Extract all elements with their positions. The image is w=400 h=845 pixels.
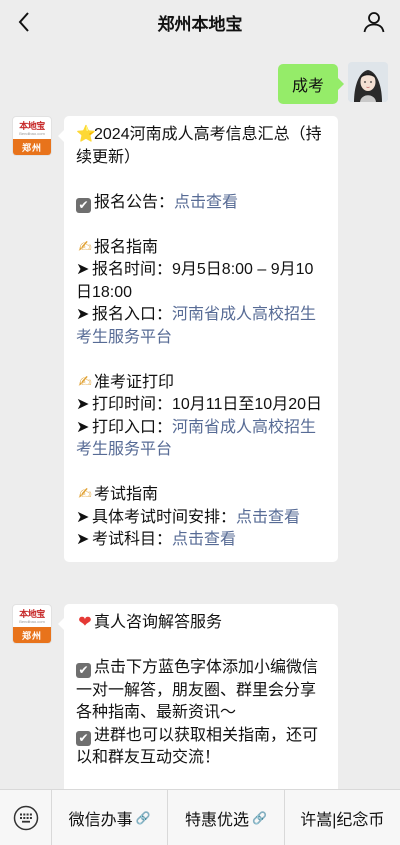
link-exam-schedule[interactable]: 点击查看 xyxy=(236,509,300,526)
brand-logo-url: Bendibao.com xyxy=(19,130,45,136)
message-title: ❤ 真人咨询解答服务 xyxy=(76,612,326,635)
heart-icon: ❤ xyxy=(78,614,92,631)
chevron-left-icon xyxy=(18,12,29,32)
checkbox-icon: ✔ xyxy=(76,663,91,678)
section-heading: ✍ 考试指南 xyxy=(76,484,326,507)
message-bubble: ❤ 真人咨询解答服务 ✔ 点击下方蓝色字体添加小编微信一对一解答，朋友圈、群里会分享… xyxy=(58,604,338,789)
menu-item-special-deals[interactable]: 特惠优选 🔗 xyxy=(168,789,285,845)
list-item: ➤ 考试科目：点击查看 xyxy=(76,529,326,552)
keyboard-icon xyxy=(13,805,38,830)
brand-city: 郑州 xyxy=(13,139,51,155)
link-icon: 🔗 xyxy=(135,810,151,825)
arrow-icon: ➤ xyxy=(76,418,90,436)
message-title: ⭐2024河南成人高考信息汇总（持续更新） xyxy=(76,126,322,166)
brand-logo-text: 本地宝 xyxy=(19,120,45,131)
profile-button[interactable] xyxy=(360,8,388,36)
star-icon: ⭐ xyxy=(76,126,96,143)
arrow-icon: ➤ xyxy=(76,508,90,526)
bottom-menu: 微信办事 🔗 特惠优选 🔗 许嵩|纪念币 xyxy=(0,789,400,845)
link-announcement[interactable]: 点击查看 xyxy=(174,194,238,211)
user-avatar[interactable] xyxy=(348,62,388,102)
list-item: ✔ 报名公告：点击查看 xyxy=(76,192,326,215)
arrow-icon: ➤ xyxy=(76,306,90,323)
user-avatar-image xyxy=(348,62,388,102)
list-item: ➤ 打印时间：10月11日至10月20日 xyxy=(76,394,326,417)
writing-hand-icon: ✍ xyxy=(78,373,92,391)
paragraph: ✔ 点击下方蓝色字体添加小编微信一对一解答，朋友圈、群里会分享各种指南、最新资讯～ xyxy=(76,659,319,721)
brand-city: 郑州 xyxy=(13,627,51,643)
chat-area[interactable]: 成考 本地宝 Bendibao.com 郑州 ⭐2024河南成人高考信息汇总（持… xyxy=(0,44,400,789)
brand-avatar[interactable]: 本地宝 Bendibao.com 郑州 xyxy=(12,604,52,644)
top-bar: 郑州本地宝 xyxy=(0,0,400,44)
brand-avatar[interactable]: 本地宝 Bendibao.com 郑州 xyxy=(12,116,52,156)
writing-hand-icon: ✍ xyxy=(78,238,92,256)
arrow-icon: ➤ xyxy=(76,396,90,413)
list-item: ➤ 打印入口：河南省成人高校招生考生服务平台 xyxy=(76,418,317,459)
outgoing-bubble[interactable]: 成考 xyxy=(277,64,345,104)
page-title: 郑州本地宝 xyxy=(157,14,243,34)
arrow-icon: ➤ xyxy=(76,531,90,548)
section-heading: ✍ 准考证打印 xyxy=(76,372,326,395)
brand-logo-text: 本地宝 xyxy=(19,608,45,619)
checkbox-icon: ✔ xyxy=(76,730,91,746)
brand-logo-url: Bendibao.com xyxy=(19,618,45,624)
user-icon xyxy=(363,12,385,33)
list-item: ➤ 具体考试时间安排：点击查看 xyxy=(76,507,326,530)
section-heading: ✍ 报名指南 xyxy=(76,237,326,260)
menu-item-commemorative-coin[interactable]: 许嵩|纪念币 xyxy=(285,790,400,845)
keyboard-toggle-button[interactable] xyxy=(0,789,52,845)
list-item: ➤ 报名入口：河南省成人高校招生考生服务平台 xyxy=(76,306,317,346)
list-item: ➤ 报名时间：9月5日8:00 – 9月10日18:00 xyxy=(76,261,314,301)
writing-hand-icon: ✍ xyxy=(78,486,92,503)
message-bubble: ⭐2024河南成人高考信息汇总（持续更新） ✔ 报名公告：点击查看 ✍ 报名指南 ➤… xyxy=(58,116,338,562)
paragraph: ✔ 进群也可以获取相关指南，还可以和群友互动交流！ xyxy=(76,726,319,766)
link-exam-subjects[interactable]: 点击查看 xyxy=(172,531,236,548)
link-icon: 🔗 xyxy=(252,810,267,825)
menu-item-wechat-services[interactable]: 微信办事 🔗 xyxy=(52,789,169,845)
outgoing-message: 成考 xyxy=(277,62,388,104)
arrow-icon: ➤ xyxy=(76,261,90,278)
checkbox-icon: ✔ xyxy=(76,197,91,213)
back-button[interactable] xyxy=(10,8,38,36)
